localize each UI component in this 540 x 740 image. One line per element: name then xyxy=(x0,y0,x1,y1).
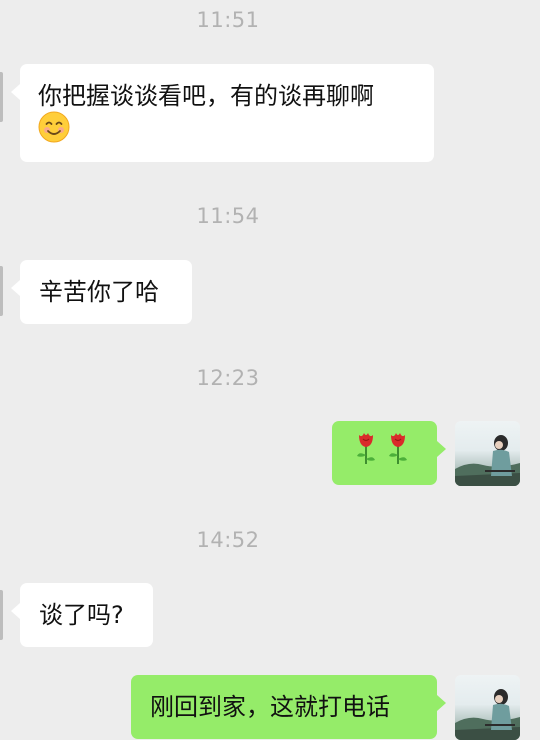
message-bubble-incoming[interactable]: 辛苦你了哈 xyxy=(11,260,192,324)
rose-icon xyxy=(354,431,378,475)
message-bubble-outgoing[interactable]: 刚回到家，这就打电话 xyxy=(131,675,446,739)
avatar-edge xyxy=(0,590,3,640)
rose-icon xyxy=(386,431,410,475)
message-text: 你把握谈谈看吧，有的谈再聊啊 xyxy=(38,82,374,110)
avatar-edge xyxy=(0,72,3,122)
message-bubble-outgoing[interactable] xyxy=(332,421,446,485)
avatar[interactable] xyxy=(455,421,520,486)
timestamp: 14:52 xyxy=(196,528,260,552)
message-bubble-incoming[interactable]: 谈了吗? xyxy=(11,583,153,647)
avatar-edge xyxy=(0,266,3,316)
message-text: 谈了吗? xyxy=(39,601,124,629)
chat-window: 11:51 你把握谈谈看吧，有的谈再聊啊 11:54 辛苦你了哈 12:23 1… xyxy=(0,0,540,740)
timestamp: 11:51 xyxy=(196,8,260,32)
smiling-face-icon xyxy=(38,111,70,153)
timestamp: 11:54 xyxy=(196,204,260,228)
message-text: 辛苦你了哈 xyxy=(39,278,159,306)
avatar[interactable] xyxy=(455,675,520,740)
message-text: 刚回到家，这就打电话 xyxy=(150,693,390,721)
timestamp: 12:23 xyxy=(196,366,260,390)
message-bubble-incoming[interactable]: 你把握谈谈看吧，有的谈再聊啊 xyxy=(11,64,434,162)
